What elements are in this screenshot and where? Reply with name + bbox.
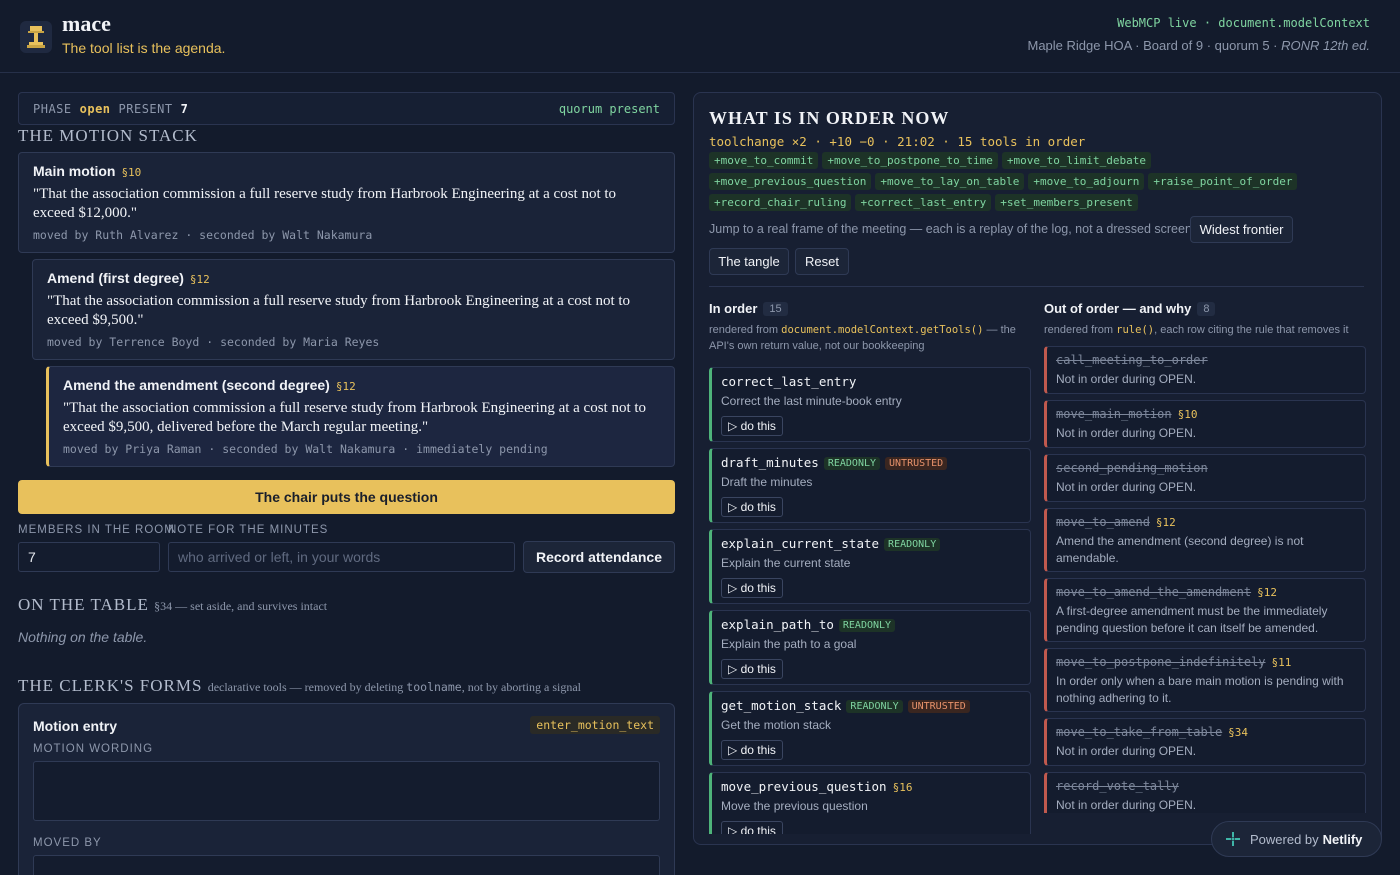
widest-frontier-button[interactable]: Widest frontier — [1190, 216, 1293, 243]
added-tool-chip: +move_to_adjourn — [1028, 173, 1145, 190]
out-of-order-subtitle: rendered from rule(), each row citing th… — [1044, 324, 1349, 336]
in-order-column: In order 15 rendered from document.modelC… — [709, 301, 1031, 834]
out-of-order-column: Out of order — and why 8 rendered from ru… — [1044, 301, 1366, 813]
added-tool-chip: +move_to_commit — [709, 152, 819, 169]
gavel-logo-icon — [20, 21, 52, 53]
do-this-button[interactable]: ▷ do this — [721, 821, 783, 834]
in-order-list: correct_last_entry Correct the last minu… — [709, 367, 1031, 834]
do-this-button[interactable]: ▷ do this — [721, 740, 783, 760]
netlify-badge[interactable]: Powered by Netlify — [1211, 821, 1382, 857]
out-of-order-count: 8 — [1197, 301, 1216, 316]
out-of-order-row: move_to_amend_the_amendment §12 A first-de… — [1044, 578, 1366, 642]
phase-value: open — [79, 101, 111, 116]
tool-card-move-previous-question: move_previous_question §16 Move the previ… — [709, 772, 1031, 834]
readonly-badge: READONLY — [884, 538, 941, 551]
order-panel-heading: WHAT IS IN ORDER NOW — [709, 108, 950, 128]
added-tool-chip: +move_to_lay_on_table — [875, 173, 1025, 190]
added-tool-chip: +raise_point_of_order — [1148, 173, 1298, 190]
added-tool-chip: +set_members_present — [995, 194, 1138, 211]
motion-wording-textarea[interactable] — [33, 761, 660, 821]
quorum-status: quorum present — [558, 101, 660, 116]
added-tool-chip: +correct_last_entry — [855, 194, 992, 211]
untrusted-badge: UNTRUSTED — [907, 700, 970, 713]
out-of-order-row: move_to_take_from_table §34 Not in order d… — [1044, 718, 1366, 766]
wording-label: MOTION WORDING — [33, 743, 154, 755]
members-label: MEMBERS IN THE ROOM — [18, 524, 175, 536]
record-attendance-button[interactable]: Record attendance — [523, 541, 675, 573]
do-this-button[interactable]: ▷ do this — [721, 578, 783, 598]
do-this-button[interactable]: ▷ do this — [721, 497, 783, 517]
phase-bar: PHASE open PRESENT 7 quorum present — [18, 92, 675, 125]
out-of-order-row: record_vote_tally Not in order during OPE… — [1044, 772, 1366, 813]
on-the-table-heading: ON THE TABLE §34 — set aside, and surviv… — [18, 595, 328, 614]
motion-stack-heading: THE MOTION STACK — [18, 126, 198, 145]
app-name: mace — [62, 11, 111, 36]
toolchange-summary: toolchange ×2 · +10 −0 · 21:02 · 15 tool… — [709, 134, 1086, 149]
divider — [709, 286, 1364, 287]
clerk-forms-heading: THE CLERK'S FORMS declarative tools — re… — [18, 676, 582, 695]
out-of-order-row: call_meeting_to_order Not in order during… — [1044, 346, 1366, 394]
moved-by-input[interactable] — [33, 855, 660, 875]
netlify-icon — [1226, 832, 1240, 846]
added-tool-chip: +move_to_limit_debate — [1001, 152, 1151, 169]
readonly-badge: READONLY — [823, 457, 881, 470]
members-present-input[interactable]: 7 — [18, 542, 160, 572]
motion-entry-form: Motion entry enter_motion_text MOTION WO… — [18, 703, 675, 875]
the-tangle-button[interactable]: The tangle — [709, 248, 789, 275]
meeting-context: Maple Ridge HOA · Board of 9 · quorum 5 … — [1027, 38, 1371, 53]
added-tool-chip: +move_previous_question — [709, 173, 872, 190]
app-tagline: The tool list is the agenda. — [62, 40, 226, 56]
left-column: PHASE open PRESENT 7 quorum present THE … — [18, 92, 675, 875]
table-empty-text: Nothing on the table. — [18, 629, 148, 645]
out-of-order-row: move_to_postpone_indefinitely §11 In order… — [1044, 648, 1366, 712]
out-of-order-row: second_pending_motion Not in order during… — [1044, 454, 1366, 502]
out-of-order-heading: Out of order — and why 8 — [1044, 301, 1366, 316]
readonly-badge: READONLY — [846, 700, 903, 713]
tool-card-draft-minutes: draft_minutes READONLY UNTRUSTED Draft the… — [709, 448, 1031, 523]
present-count: 7 — [180, 101, 189, 116]
main-motion-card: Main motion §10 "That the association com… — [18, 152, 675, 253]
tool-card-explain-path-to: explain_path_to READONLY Explain the path… — [709, 610, 1031, 685]
reset-button[interactable]: Reset — [795, 248, 849, 275]
do-this-button[interactable]: ▷ do this — [721, 659, 783, 679]
tool-card-explain-current-state: explain_current_state READONLY Explain th… — [709, 529, 1031, 604]
moved-by-label: MOVED BY — [33, 837, 102, 849]
webmcp-status: WebMCP live · document.modelContext — [1117, 16, 1370, 30]
second-degree-amendment-card: Amend the amendment (second degree) §12 "… — [46, 366, 675, 467]
untrusted-badge: UNTRUSTED — [885, 457, 948, 470]
added-tools-list: +move_to_commit +move_to_postpone_to_time… — [709, 152, 1309, 215]
out-of-order-row: move_to_amend §12 Amend the amendment (sec… — [1044, 508, 1366, 572]
note-label: NOTE FOR THE MINUTES — [168, 524, 329, 536]
out-of-order-row: move_main_motion §10 Not in order during O… — [1044, 400, 1366, 448]
in-order-count: 15 — [763, 301, 788, 316]
order-panel: WHAT IS IN ORDER NOW toolchange ×2 · +10… — [693, 92, 1382, 845]
out-of-order-list: call_meeting_to_order Not in order during… — [1044, 346, 1366, 813]
in-order-subtitle: rendered from document.modelContext.getT… — [709, 324, 1016, 352]
readonly-badge: READONLY — [838, 619, 896, 632]
first-degree-amendment-card: Amend (first degree) §12 "That the associ… — [32, 259, 675, 360]
added-tool-chip: +record_chair_ruling — [709, 194, 852, 211]
attendance-note-input[interactable]: who arrived or left, in your words — [168, 542, 515, 572]
tool-card-correct-last-entry: correct_last_entry Correct the last minu… — [709, 367, 1031, 442]
form-tool-name: enter_motion_text — [530, 716, 660, 734]
do-this-button[interactable]: ▷ do this — [721, 416, 783, 436]
put-question-button[interactable]: The chair puts the question — [18, 480, 675, 514]
in-order-heading: In order 15 — [709, 301, 1031, 316]
tool-card-get-motion-stack: get_motion_stack READONLY UNTRUSTED Get th… — [709, 691, 1031, 766]
jump-text: Jump to a real frame of the meeting — ea… — [709, 222, 1196, 236]
app-header: mace The tool list is the agenda. WebMCP… — [0, 0, 1400, 73]
added-tool-chip: +move_to_postpone_to_time — [822, 152, 998, 169]
